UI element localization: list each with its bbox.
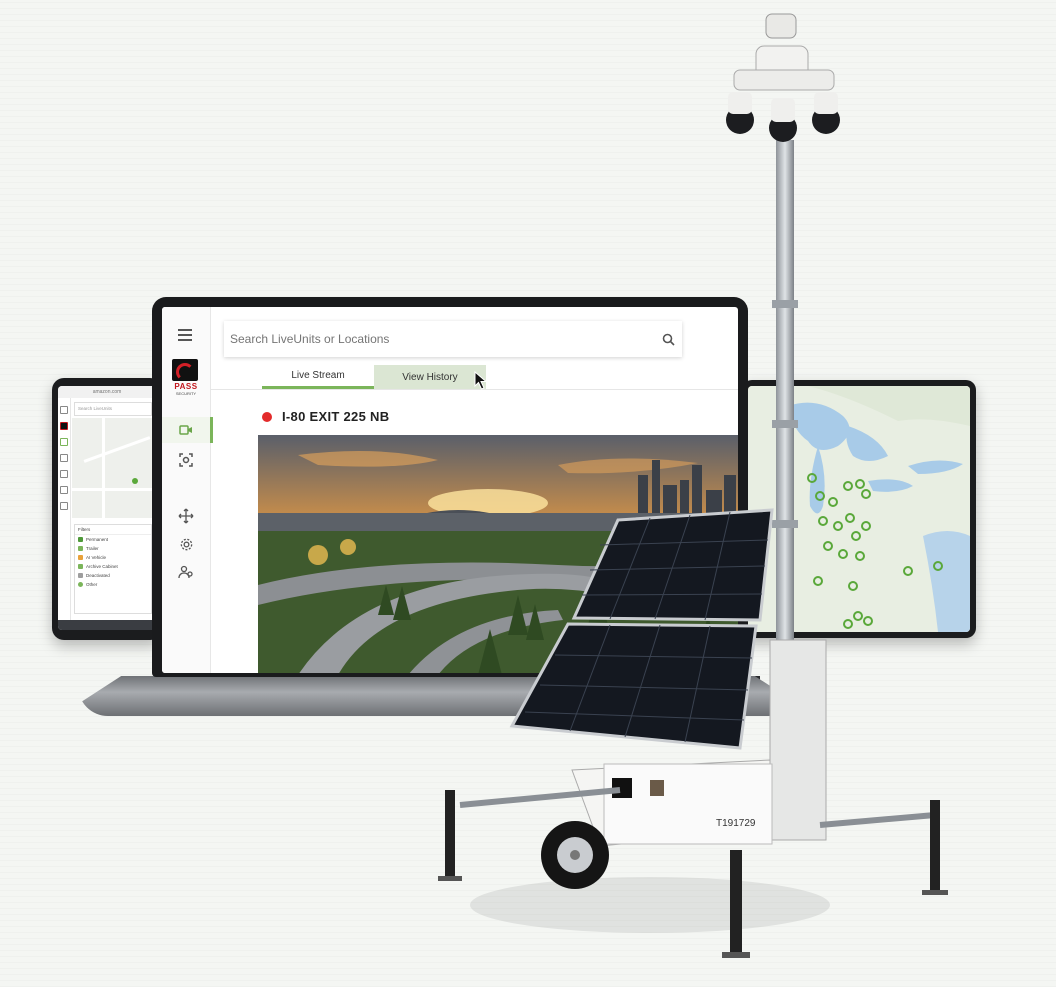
great-lakes-map bbox=[748, 386, 970, 632]
app-window: PASS SECURITY Search LiveUnits or Locati… bbox=[162, 307, 738, 673]
unit-name: I-80 EXIT 225 NB bbox=[282, 409, 390, 424]
laptop-base bbox=[78, 676, 798, 716]
search-bar[interactable] bbox=[224, 321, 682, 357]
phone-nav-rail bbox=[58, 398, 71, 630]
phone-url-bar[interactable]: amazon.com bbox=[58, 386, 156, 398]
users-icon[interactable] bbox=[60, 502, 68, 510]
phone-screen: amazon.com Search LiveUnits Filters Perm… bbox=[58, 386, 156, 630]
filter-row[interactable]: Archive Cabinet bbox=[75, 562, 151, 571]
filter-row[interactable]: AI Vehicle bbox=[75, 553, 151, 562]
camera-icon[interactable] bbox=[162, 417, 213, 443]
filter-row[interactable]: Permanent bbox=[75, 535, 151, 544]
search-input[interactable] bbox=[224, 331, 654, 347]
gear-icon[interactable] bbox=[162, 531, 210, 557]
brand-logo-icon bbox=[60, 422, 68, 430]
phone-device: amazon.com Search LiveUnits Filters Perm… bbox=[52, 378, 162, 640]
phone-filter-panel: Filters Permanent Trailer AI Vehicle Arc… bbox=[74, 524, 152, 614]
gear-icon[interactable] bbox=[60, 486, 68, 494]
tab-view-history[interactable]: View History bbox=[374, 365, 486, 389]
move-icon[interactable] bbox=[60, 470, 68, 478]
phone-map[interactable] bbox=[72, 418, 156, 518]
menu-icon[interactable] bbox=[60, 406, 68, 414]
laptop-device: PASS SECURITY Search LiveUnits or Locati… bbox=[152, 297, 748, 677]
pass-security-logo: PASS SECURITY bbox=[172, 359, 200, 399]
map-pin-icon[interactable] bbox=[132, 478, 138, 484]
search-icon[interactable] bbox=[654, 333, 682, 346]
filter-row[interactable]: Deactivated bbox=[75, 571, 151, 580]
filter-title: Filters bbox=[75, 525, 151, 535]
unit-header: I-80 EXIT 225 NB bbox=[262, 409, 389, 424]
scan-icon[interactable] bbox=[162, 447, 210, 473]
phone-search-input[interactable]: Search LiveUnits bbox=[74, 402, 152, 416]
trailer-wheel bbox=[541, 821, 609, 889]
phone-bottom-bar bbox=[58, 620, 156, 630]
camera-head bbox=[726, 13, 840, 142]
tab-live-stream[interactable]: Live Stream bbox=[262, 365, 374, 389]
map-view[interactable] bbox=[748, 386, 970, 632]
tablet-device bbox=[742, 380, 976, 638]
camera-icon[interactable] bbox=[60, 438, 68, 446]
filter-row[interactable]: Other bbox=[75, 580, 151, 589]
scan-icon[interactable] bbox=[60, 454, 68, 462]
filter-row[interactable]: Trailer bbox=[75, 544, 151, 553]
move-icon[interactable] bbox=[162, 503, 210, 529]
nav-rail: PASS SECURITY bbox=[162, 307, 213, 673]
live-status-dot bbox=[262, 411, 272, 422]
menu-icon[interactable] bbox=[178, 329, 192, 344]
trailer-id-label: T191729 bbox=[716, 818, 756, 829]
mouse-cursor-icon bbox=[474, 371, 488, 390]
live-video-feed[interactable] bbox=[258, 435, 738, 673]
view-tabs: Live Stream View History bbox=[262, 365, 486, 389]
users-icon[interactable] bbox=[162, 559, 210, 585]
